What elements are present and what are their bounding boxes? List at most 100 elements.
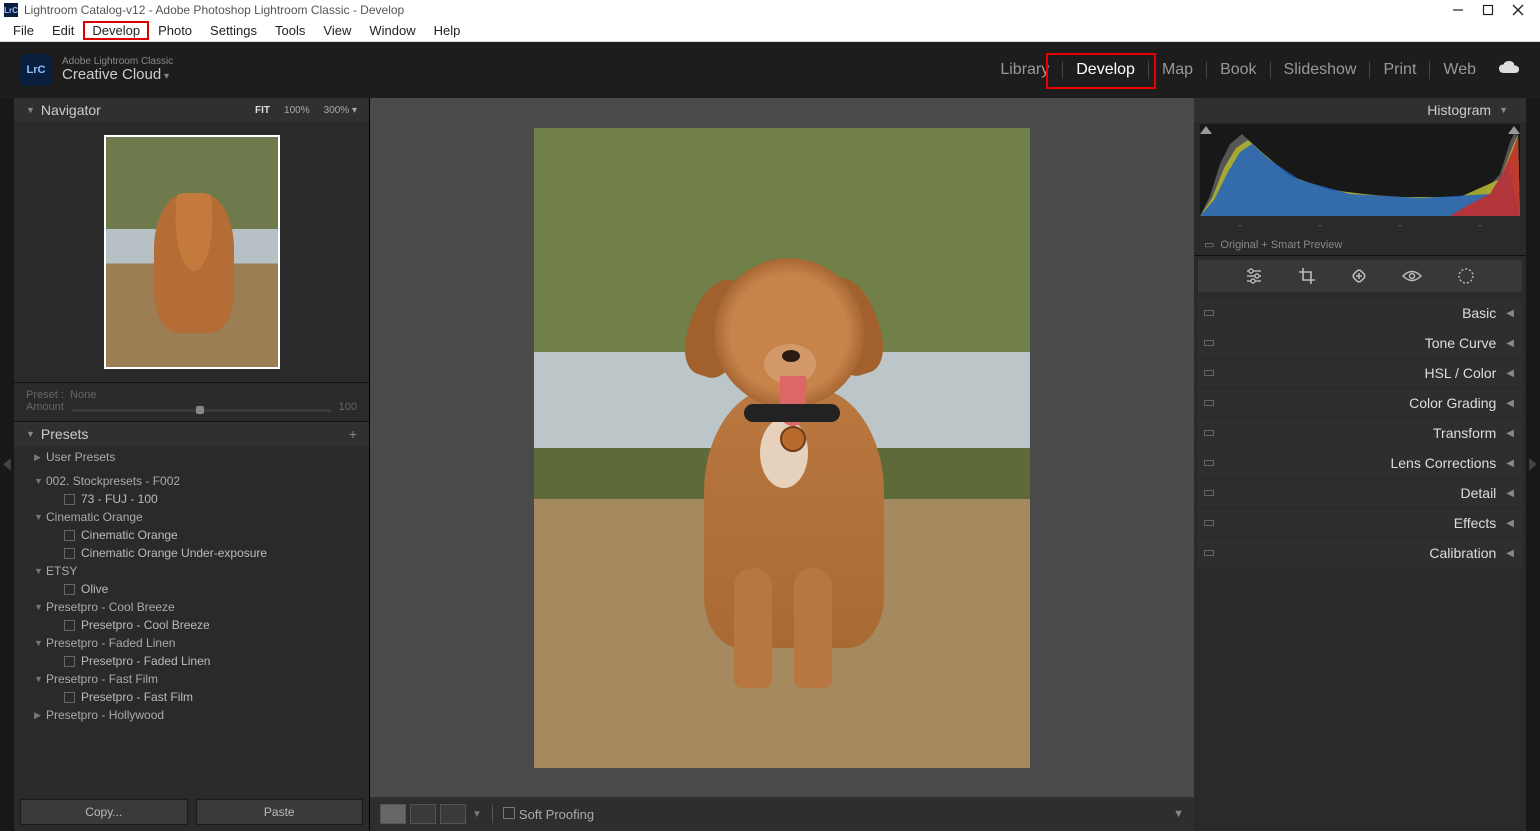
window-minimize-icon[interactable] — [1452, 4, 1464, 16]
highlight-develop-module — [1046, 53, 1156, 89]
preset-group-label: User Presets — [46, 450, 115, 464]
preset-item[interactable]: Cinematic Orange — [14, 526, 369, 544]
triangle-right-icon: ▶ — [34, 710, 46, 721]
section-title: Detail — [1461, 485, 1497, 501]
preset-group[interactable]: ▶Presetpro - Hollywood — [14, 706, 369, 724]
histogram[interactable]: –––– — [1194, 122, 1526, 234]
preset-group-label: Presetpro - Faded Linen — [46, 636, 175, 650]
preset-group[interactable]: ▼Cinematic Orange — [14, 508, 369, 526]
section-title: Color Grading — [1409, 395, 1496, 411]
menu-settings[interactable]: Settings — [201, 21, 266, 40]
develop-section-basic[interactable]: Basic◀ — [1198, 299, 1522, 327]
develop-section-transform[interactable]: Transform◀ — [1198, 419, 1522, 447]
module-book[interactable]: Book — [1220, 61, 1256, 79]
menu-develop[interactable]: Develop — [83, 21, 149, 40]
develop-section-detail[interactable]: Detail◀ — [1198, 479, 1522, 507]
center-area: ▼ Soft Proofing ▼ — [370, 98, 1194, 831]
preset-label: Preset : — [26, 389, 64, 401]
section-toggle-icon[interactable] — [1204, 340, 1214, 346]
develop-section-tone-curve[interactable]: Tone Curve◀ — [1198, 329, 1522, 357]
loupe-view-icon[interactable] — [380, 804, 406, 824]
preset-group[interactable]: ▼ETSY — [14, 562, 369, 580]
preset-group-label: Presetpro - Hollywood — [46, 708, 164, 722]
before-after-tb-icon[interactable] — [440, 804, 466, 824]
preset-group[interactable]: ▼Presetpro - Cool Breeze — [14, 598, 369, 616]
copy-button[interactable]: Copy... — [20, 799, 188, 825]
paste-button[interactable]: Paste — [196, 799, 364, 825]
crop-icon[interactable] — [1298, 267, 1316, 285]
develop-section-effects[interactable]: Effects◀ — [1198, 509, 1522, 537]
menu-view[interactable]: View — [314, 21, 360, 40]
section-toggle-icon[interactable] — [1204, 370, 1214, 376]
brand-title[interactable]: Creative Cloud — [62, 67, 173, 84]
section-toggle-icon[interactable] — [1204, 550, 1214, 556]
right-panel-grip[interactable]: ▶ — [1526, 98, 1540, 831]
toolbar-expand-icon[interactable]: ▼ — [1173, 808, 1184, 820]
triangle-down-icon: ▼ — [34, 674, 46, 684]
triangle-down-icon: ▼ — [26, 105, 35, 115]
menu-window[interactable]: Window — [360, 21, 424, 40]
histo-stat: – — [1477, 220, 1482, 230]
section-title: Calibration — [1429, 545, 1496, 561]
preset-item[interactable]: Presetpro - Cool Breeze — [14, 616, 369, 634]
menu-file[interactable]: File — [4, 21, 43, 40]
menu-help[interactable]: Help — [425, 21, 470, 40]
window-close-icon[interactable] — [1512, 4, 1524, 16]
menu-edit[interactable]: Edit — [43, 21, 83, 40]
module-map[interactable]: Map — [1162, 61, 1193, 79]
cloud-sync-icon[interactable] — [1498, 60, 1520, 81]
section-toggle-icon[interactable] — [1204, 430, 1214, 436]
preset-item[interactable]: Presetpro - Faded Linen — [14, 652, 369, 670]
preset-group[interactable]: ▼Presetpro - Fast Film — [14, 670, 369, 688]
triangle-left-icon: ◀ — [1506, 398, 1514, 409]
add-preset-icon[interactable]: + — [349, 426, 357, 442]
preset-item[interactable]: Cinematic Orange Under-exposure — [14, 544, 369, 562]
section-toggle-icon[interactable] — [1204, 520, 1214, 526]
preset-group[interactable]: ▼002. Stockpresets - F002 — [14, 472, 369, 490]
zoom-fit[interactable]: FIT — [255, 105, 270, 116]
histogram-header[interactable]: Histogram ▼ — [1194, 98, 1526, 122]
presets-panel: ▼ Presets + ▶User Presets▼002. Stockpres… — [14, 422, 369, 793]
triangle-left-icon: ◀ — [1506, 368, 1514, 379]
soft-proofing-toggle[interactable]: Soft Proofing — [503, 807, 594, 822]
zoom-100[interactable]: 100% — [284, 105, 310, 116]
module-print[interactable]: Print — [1383, 61, 1416, 79]
section-toggle-icon[interactable] — [1204, 310, 1214, 316]
preset-item[interactable]: Olive — [14, 580, 369, 598]
edit-sliders-icon[interactable] — [1245, 267, 1263, 285]
preset-thumb-icon — [64, 620, 75, 631]
preset-group[interactable]: ▼Presetpro - Faded Linen — [14, 634, 369, 652]
preset-item[interactable]: 73 - FUJ - 100 — [14, 490, 369, 508]
window-maximize-icon[interactable] — [1482, 4, 1494, 16]
amount-slider[interactable] — [72, 409, 331, 412]
view-dropdown-icon[interactable]: ▼ — [472, 809, 482, 820]
masking-icon[interactable] — [1457, 267, 1475, 285]
before-after-lr-icon[interactable] — [410, 804, 436, 824]
section-toggle-icon[interactable] — [1204, 460, 1214, 466]
triangle-down-icon: ▼ — [34, 638, 46, 648]
healing-icon[interactable] — [1350, 267, 1368, 285]
redeye-icon[interactable] — [1402, 269, 1422, 283]
app-icon: LrC — [4, 3, 18, 17]
section-toggle-icon[interactable] — [1204, 400, 1214, 406]
preset-item[interactable]: Presetpro - Fast Film — [14, 688, 369, 706]
develop-section-lens-corrections[interactable]: Lens Corrections◀ — [1198, 449, 1522, 477]
navigator-header[interactable]: ▼ Navigator FIT 100% 300% ▾ — [14, 98, 369, 122]
preset-list: ▶User Presets▼002. Stockpresets - F00273… — [14, 446, 369, 730]
module-library[interactable]: Library — [1000, 61, 1049, 79]
module-web[interactable]: Web — [1443, 61, 1476, 79]
presets-header[interactable]: ▼ Presets + — [14, 422, 369, 446]
preset-group[interactable]: ▶User Presets — [14, 448, 369, 466]
develop-section-calibration[interactable]: Calibration◀ — [1198, 539, 1522, 567]
section-toggle-icon[interactable] — [1204, 490, 1214, 496]
menu-photo[interactable]: Photo — [149, 21, 201, 40]
develop-section-hsl-color[interactable]: HSL / Color◀ — [1198, 359, 1522, 387]
left-panel-grip[interactable]: ◀ — [0, 98, 14, 831]
image-canvas[interactable] — [370, 98, 1194, 797]
develop-section-color-grading[interactable]: Color Grading ◀ — [1198, 389, 1522, 417]
zoom-300[interactable]: 300% ▾ — [324, 105, 357, 116]
navigator-preview[interactable] — [14, 122, 369, 382]
menu-tools[interactable]: Tools — [266, 21, 314, 40]
preset-thumb-icon — [64, 494, 75, 505]
module-slideshow[interactable]: Slideshow — [1284, 61, 1357, 79]
